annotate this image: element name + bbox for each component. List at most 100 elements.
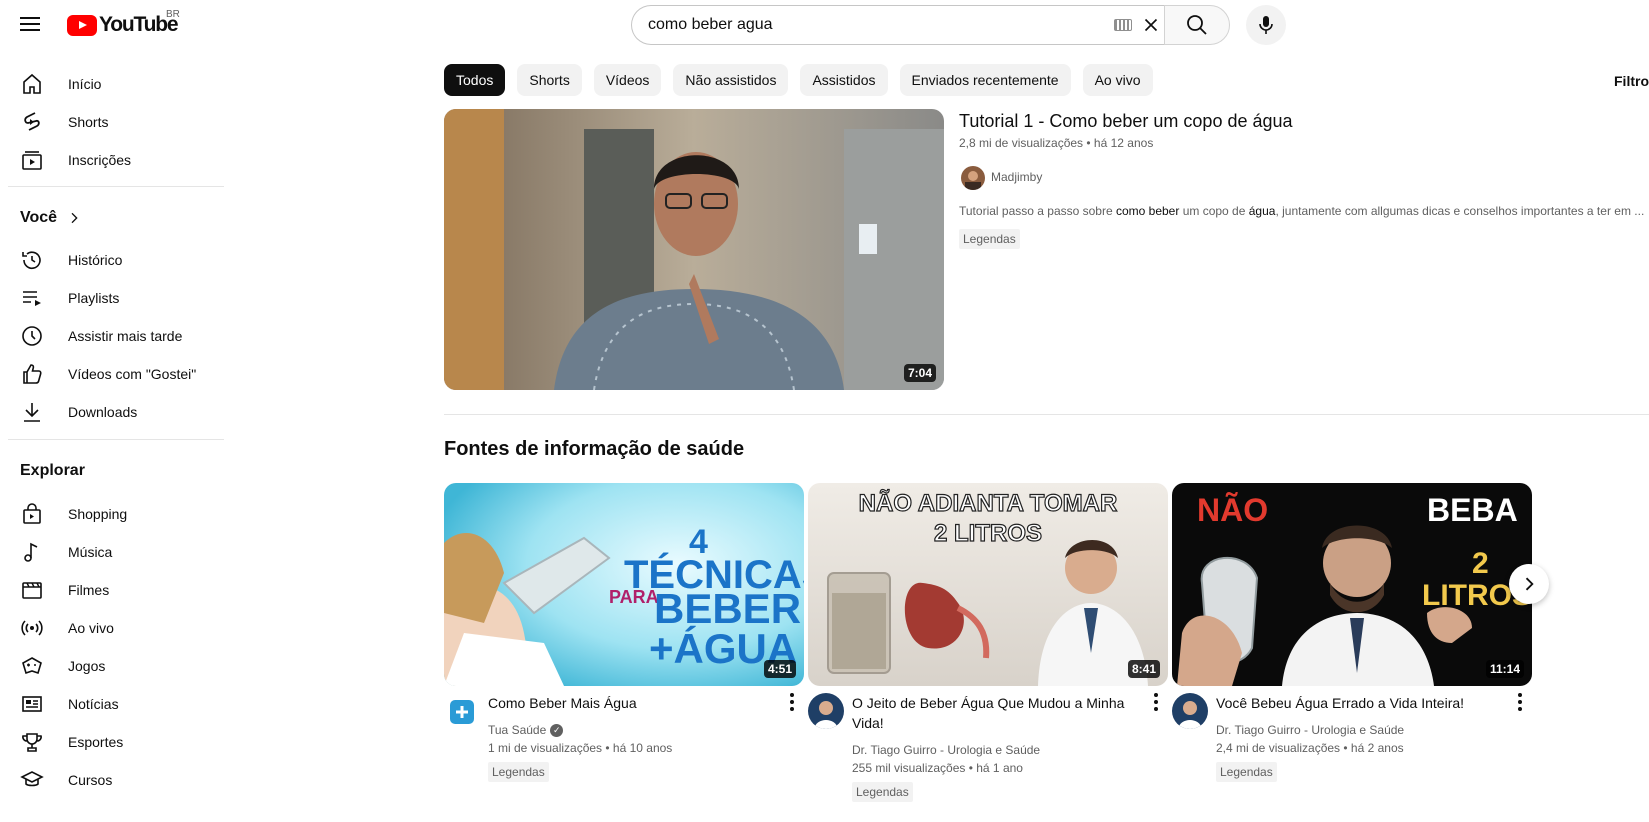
home-icon (23, 73, 41, 94)
channel-avatar[interactable] (1172, 693, 1208, 729)
sidebar-item-playlists[interactable]: Playlists (8, 278, 218, 318)
channel-avatar[interactable] (450, 700, 474, 724)
video-views-age: 255 mil visualizações • há 1 ano (852, 761, 1023, 775)
channel-avatar[interactable] (808, 693, 844, 729)
sidebar-item-label: Vídeos com "Gostei" (68, 366, 197, 382)
video-duration: 8:41 (1127, 660, 1160, 678)
video-title[interactable]: Tutorial 1 - Como beber um copo de água (959, 111, 1293, 132)
video-duration: 7:04 (903, 364, 936, 382)
sidebar-item-label: Shopping (68, 506, 128, 522)
music-note-icon (24, 542, 38, 562)
chip-unwatched[interactable]: Não assistidos (673, 64, 789, 96)
clear-search-icon[interactable] (1140, 14, 1162, 36)
sidebar-item-downloads[interactable]: Downloads (8, 392, 218, 432)
filters-button[interactable]: Filtros (1614, 73, 1649, 89)
sidebar-item-label: Filmes (68, 582, 110, 598)
video-thumbnail[interactable]: NÃO BEBA 2 LITROS 11:14 (1172, 483, 1532, 686)
country-code: BR (166, 9, 180, 20)
sidebar-item-label: Música (68, 544, 113, 560)
sidebar-item-home[interactable]: Início (8, 64, 218, 104)
video-duration: 4:51 (763, 660, 796, 678)
sidebar-item-live[interactable]: Ao vivo (8, 608, 218, 648)
chip-all[interactable]: Todos (444, 64, 506, 96)
sidebar-item-history[interactable]: Histórico (8, 240, 218, 280)
live-icon (21, 620, 43, 636)
video-title[interactable]: Você Bebeu Água Errado a Vida Inteira! (1216, 693, 1506, 713)
more-options-icon[interactable] (1510, 690, 1530, 714)
download-icon (24, 403, 40, 422)
like-icon (23, 364, 42, 384)
channel-name[interactable]: Madjimby (991, 170, 1042, 184)
sidebar-item-shorts[interactable]: Shorts (8, 102, 218, 142)
chip-shorts[interactable]: Shorts (517, 64, 582, 96)
sidebar-item-shopping[interactable]: Shopping (8, 494, 218, 534)
sidebar-item-label: Esportes (68, 734, 124, 750)
avatar-image (1178, 701, 1202, 729)
sidebar-item-label: Ao vivo (68, 620, 114, 636)
newspaper-icon (22, 696, 42, 712)
sidebar-item-watch-later[interactable]: Assistir mais tarde (8, 316, 218, 356)
sidebar-item-label: Assistir mais tarde (68, 328, 183, 344)
sidebar-item-label: Inscrições (68, 152, 132, 168)
channel-avatar[interactable] (961, 166, 985, 190)
captions-badge: Legendas (488, 762, 549, 782)
sidebar-item-liked-videos[interactable]: Vídeos com "Gostei" (8, 354, 218, 394)
more-options-icon[interactable] (782, 690, 802, 714)
video-thumbnail[interactable]: 4 TÉCNICAS PARA BEBER +ÁGUA 4:51 (444, 483, 804, 686)
video-title[interactable]: Como Beber Mais Água (488, 693, 778, 713)
sidebar-item-courses[interactable]: Cursos (8, 760, 218, 800)
chip-recently-uploaded[interactable]: Enviados recentemente (899, 64, 1071, 96)
sidebar-item-label: Histórico (68, 252, 123, 268)
chip-live[interactable]: Ao vivo (1082, 64, 1153, 96)
thumb-text: BEBA (1427, 492, 1518, 528)
sidebar-item-label: Downloads (68, 404, 138, 420)
sidebar-item-label: Notícias (68, 696, 119, 712)
sidebar-item-label: Cursos (68, 772, 113, 788)
channel-name[interactable]: Dr. Tiago Guirro - Urologia e Saúde (1216, 723, 1404, 737)
chip-videos[interactable]: Vídeos (593, 64, 662, 96)
keyboard-icon[interactable] (1114, 19, 1132, 31)
sidebar-divider (8, 186, 224, 187)
you-section-title[interactable]: Você (20, 209, 82, 227)
video-thumbnail[interactable]: NÃO ADIANTA TOMAR 2 LITROS 8:41 (808, 483, 1168, 686)
sidebar-item-news[interactable]: Notícias (8, 684, 218, 724)
shelf-next-button[interactable] (1509, 564, 1549, 604)
video-views-age: 1 mi de visualizações • há 10 anos (488, 741, 673, 755)
video-duration: 11:14 (1485, 660, 1524, 678)
sidebar-item-sports[interactable]: Esportes (8, 722, 218, 762)
sidebar-item-label: Jogos (68, 658, 106, 674)
shelf-title: Fontes de informação de saúde (444, 438, 745, 460)
history-icon (22, 251, 41, 270)
trophy-icon (22, 733, 42, 752)
channel-name[interactable]: Tua Saúde ✓ (488, 723, 564, 738)
thumbnail-image: 4 TÉCNICAS PARA BEBER +ÁGUA (444, 483, 804, 686)
search-button[interactable] (1164, 5, 1230, 45)
chevron-right-icon (71, 212, 78, 223)
explore-section-title: Explorar (20, 462, 85, 479)
more-options-icon[interactable] (1146, 690, 1166, 714)
section-divider (444, 414, 1649, 415)
verified-icon: ✓ (550, 724, 564, 738)
youtube-logo[interactable]: YouTube (67, 13, 179, 37)
sidebar-item-music[interactable]: Música (8, 532, 218, 572)
sidebar-item-label: Playlists (68, 290, 120, 306)
captions-badge: Legendas (959, 229, 1020, 249)
menu-icon[interactable] (18, 13, 42, 37)
watch-later-icon (22, 326, 42, 346)
masthead: YouTube BR (0, 0, 1649, 50)
playlists-icon (23, 291, 41, 306)
video-views-age: 2,4 mi de visualizações • há 2 anos (1216, 741, 1404, 755)
subscriptions-icon (22, 151, 42, 170)
chip-watched[interactable]: Assistidos (800, 64, 888, 96)
sidebar-item-subscriptions[interactable]: Inscrições (8, 140, 218, 180)
video-title[interactable]: O Jeito de Beber Água Que Mudou a Minha … (852, 693, 1142, 733)
voice-search-button[interactable] (1246, 5, 1286, 45)
sidebar-item-gaming[interactable]: Jogos (8, 646, 218, 686)
sidebar-item-movies[interactable]: Filmes (8, 570, 218, 610)
search-input[interactable] (648, 16, 1078, 34)
video-thumbnail[interactable]: 7:04 (444, 109, 944, 390)
graduation-cap-icon (20, 771, 44, 787)
thumbnail-image: NÃO BEBA 2 LITROS (1172, 483, 1532, 686)
video-description: Tutorial passo a passo sobre como beber … (959, 204, 1645, 218)
channel-name[interactable]: Dr. Tiago Guirro - Urologia e Saúde (852, 743, 1040, 757)
